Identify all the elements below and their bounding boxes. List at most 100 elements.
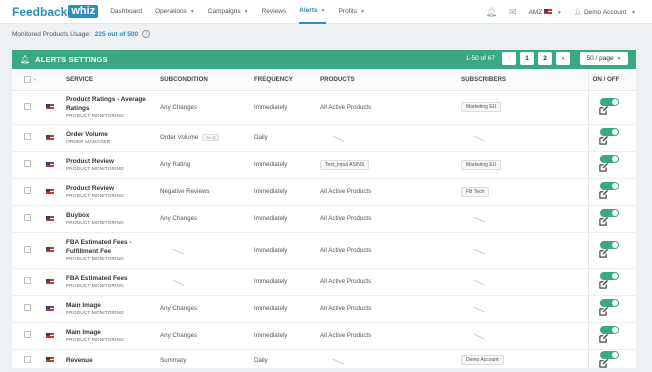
per-page-select[interactable]: 50 / page ▼	[580, 52, 628, 65]
edit-icon[interactable]	[598, 334, 608, 345]
edit-icon[interactable]	[598, 217, 608, 228]
subcondition-text: Any Changes	[160, 103, 198, 111]
edit-icon[interactable]	[598, 248, 608, 260]
on-off-cell	[587, 178, 636, 206]
subscribers-cell: Marketing EU	[457, 151, 588, 179]
products-text: All Active Products	[320, 188, 372, 195]
on-off-cell	[587, 232, 636, 269]
frequency-text: Immediately	[254, 305, 288, 312]
products-text: All Active Products	[320, 103, 372, 111]
nav-item-reviews[interactable]: Reviews	[262, 0, 287, 24]
subcondition-cell	[156, 268, 250, 296]
alerts-settings-panel: 🔔︎ ALERTS SETTINGS 1-50 of 67 ‹ 1 2 › 50…	[12, 50, 636, 372]
service-name: Buybox	[66, 212, 90, 219]
alert-toggle[interactable]	[599, 326, 619, 334]
products-text: All Active Products	[320, 305, 372, 312]
account-menu[interactable]: 👤︎ Demo Account ▼	[574, 8, 636, 16]
service-name: Product Review	[66, 158, 114, 165]
service-cell: FBA Estimated Fees - Fulfillment Fee PROD…	[62, 232, 156, 269]
service-name: Main Image	[66, 329, 101, 336]
alert-toggle[interactable]	[599, 272, 619, 280]
nav-item-dashboard[interactable]: Dashboard	[110, 0, 142, 24]
select-cell	[12, 124, 42, 152]
select-all-checkbox[interactable]	[24, 75, 31, 83]
row-checkbox[interactable]	[24, 355, 31, 363]
col-frequency: FREQUENCY	[250, 69, 316, 91]
select-cell	[12, 90, 42, 125]
alert-toggle[interactable]	[599, 240, 619, 249]
bell-icon[interactable]: 🔔︎	[486, 7, 497, 18]
frequency-text: Immediately	[254, 161, 288, 168]
flag-cell	[42, 205, 62, 233]
subcondition-text: Any Changes	[160, 215, 198, 222]
table-row: FBA Estimated Fees PRODUCT MONITORING Imme…	[12, 268, 636, 296]
edit-icon[interactable]	[598, 190, 608, 201]
mail-icon[interactable]: ✉︎	[509, 7, 517, 18]
table-row: Product Ratings - Average Ratings PRODUCT…	[12, 90, 636, 125]
row-checkbox[interactable]	[24, 277, 31, 284]
col-on-off: ON / OFF	[587, 69, 636, 91]
chevron-down-icon: ▼	[320, 7, 326, 14]
row-checkbox[interactable]	[24, 214, 31, 221]
alert-toggle[interactable]	[599, 97, 619, 106]
nav-item-alerts[interactable]: Alerts ▼	[299, 0, 326, 24]
usage-value: 225 out of 500	[94, 30, 139, 38]
table-row: FBA Estimated Fees - Fulfillment Fee PROD…	[12, 232, 636, 269]
logo[interactable]: Feedback whiz	[12, 5, 99, 19]
empty-dash	[473, 306, 485, 313]
frequency-cell: Immediately	[250, 268, 316, 296]
service-category: PRODUCT MONITORING	[66, 114, 124, 119]
alert-toggle[interactable]	[599, 350, 619, 359]
nav-item-operations[interactable]: Operations ▼	[155, 0, 195, 24]
us-flag-icon	[46, 104, 54, 110]
page-2-button[interactable]: 2	[538, 52, 552, 65]
subcondition-cell: Any Rating	[156, 151, 250, 179]
flag-cell	[42, 295, 62, 323]
products-cell: Test_Input ASINS	[316, 151, 457, 179]
alert-toggle[interactable]	[599, 209, 619, 217]
subscribers-cell	[457, 232, 588, 269]
alert-toggle[interactable]	[599, 299, 619, 307]
row-checkbox[interactable]	[24, 187, 31, 194]
row-checkbox[interactable]	[24, 133, 31, 140]
service-cell: FBA Estimated Fees PRODUCT MONITORING	[62, 268, 156, 296]
flag-header	[42, 69, 62, 91]
marketplace-selector[interactable]: AMZ ▼	[529, 9, 562, 16]
nav-item-campaigns[interactable]: Campaigns ▼	[208, 0, 249, 24]
service-name: Product Review	[66, 185, 114, 192]
row-checkbox[interactable]	[24, 245, 31, 253]
nav-item-profits[interactable]: Profits ▼	[339, 0, 365, 24]
edit-icon[interactable]	[598, 307, 608, 318]
row-checkbox[interactable]	[24, 160, 31, 167]
subcondition-text: Negative Reviews	[160, 188, 210, 195]
alert-toggle[interactable]	[599, 128, 619, 136]
frequency-text: Immediately	[254, 188, 288, 195]
row-checkbox[interactable]	[24, 304, 31, 311]
row-checkbox[interactable]	[24, 331, 31, 338]
edit-icon[interactable]	[598, 163, 608, 174]
chevron-down-icon[interactable]: ▼	[33, 77, 37, 82]
subcondition-cell: Order Volume >= 1	[156, 124, 250, 152]
alert-toggle[interactable]	[599, 155, 619, 163]
next-page-button[interactable]: ›	[556, 52, 570, 65]
alert-toggle[interactable]	[599, 182, 619, 190]
logo-badge: whiz	[68, 5, 99, 18]
products-text: All Active Products	[320, 332, 372, 339]
info-icon[interactable]: i	[142, 30, 151, 38]
on-off-cell	[587, 205, 636, 233]
subscribers-cell: Marketing EU	[457, 90, 588, 125]
prev-page-button[interactable]: ‹	[502, 52, 516, 65]
edit-icon[interactable]	[598, 136, 608, 147]
subscribers-cell	[457, 205, 588, 233]
subcondition-cell: Negative Reviews	[156, 178, 250, 206]
service-category: PRODUCT MONITORING	[66, 311, 124, 316]
edit-icon[interactable]	[598, 105, 608, 117]
page-1-button[interactable]: 1	[520, 52, 534, 65]
row-checkbox[interactable]	[24, 102, 31, 110]
service-name: Revenue	[66, 356, 93, 364]
products-cell: All Active Products	[316, 295, 457, 323]
edit-icon[interactable]	[598, 280, 608, 291]
subcondition-cell	[156, 232, 250, 269]
select-cell	[12, 205, 42, 233]
service-name: FBA Estimated Fees - Fulfillment Fee	[66, 239, 132, 255]
